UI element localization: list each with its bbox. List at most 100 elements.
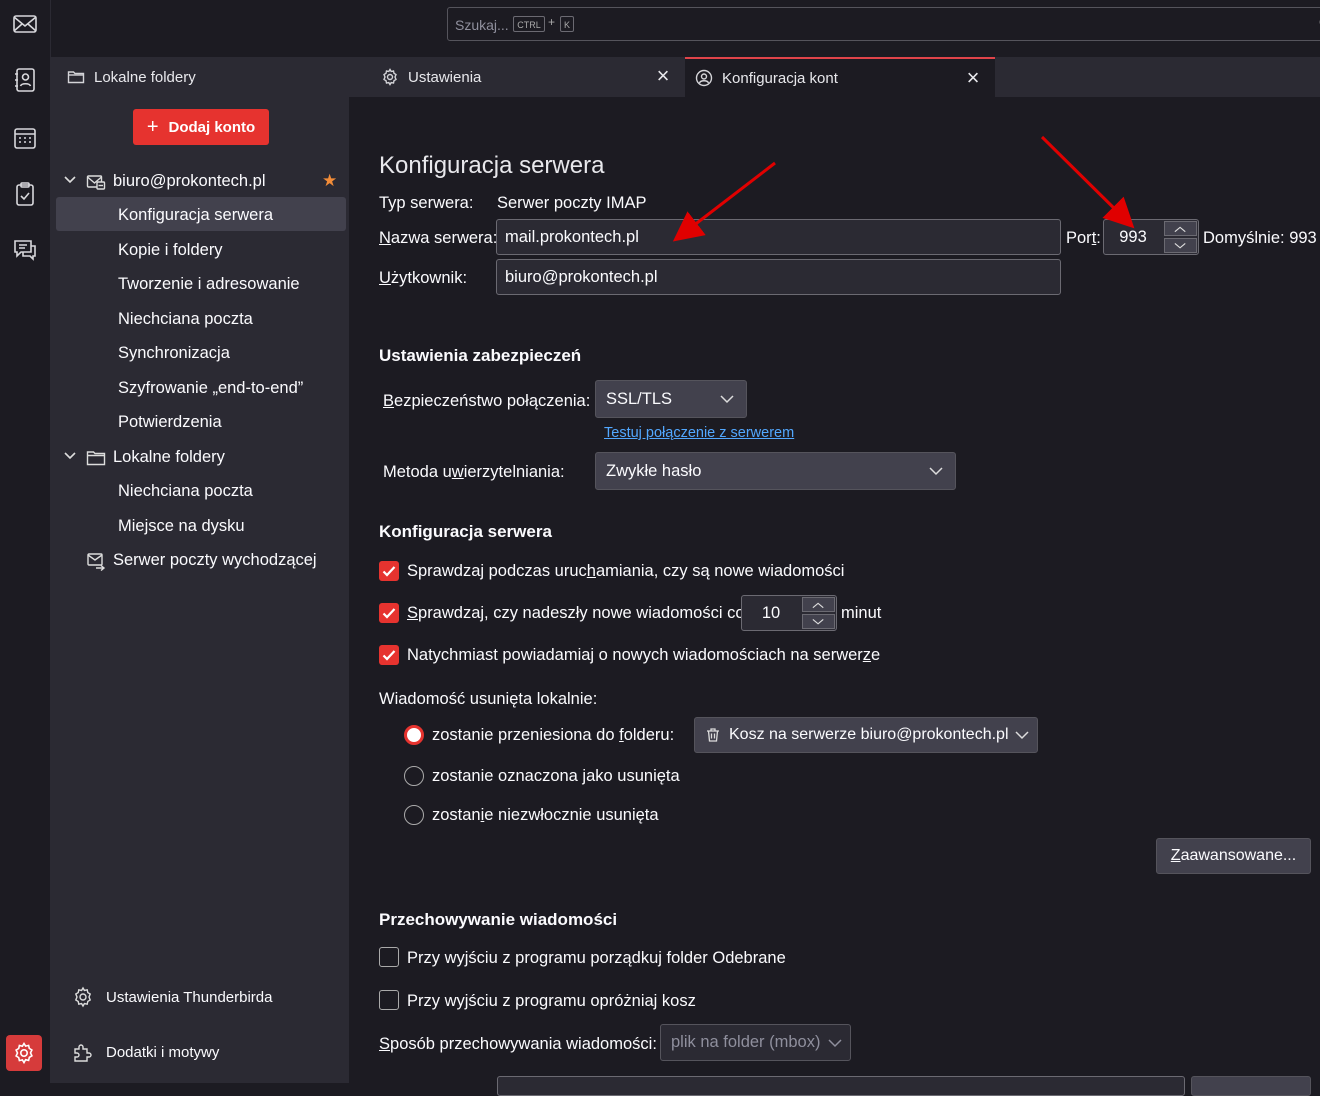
tab-label: Lokalne foldery xyxy=(94,68,196,86)
tree-outgoing-server[interactable]: Serwer poczty wychodzącej xyxy=(113,551,317,570)
radio-delete-immediately[interactable] xyxy=(404,805,424,825)
cleanup-inbox-checkbox[interactable] xyxy=(379,947,399,967)
port-stepper[interactable]: 993 xyxy=(1103,219,1199,255)
tree-item-e2e[interactable]: Szyfrowanie „end-to-end” xyxy=(118,379,303,398)
port-value: 993 xyxy=(1119,227,1147,246)
radio-move-label: zostanie przeniesiona do folderu: xyxy=(432,726,675,744)
tab-label: Ustawienia xyxy=(408,68,482,86)
close-icon[interactable]: × xyxy=(963,67,983,89)
spaces-toolbar xyxy=(0,0,51,1083)
tree-local-folders[interactable]: Lokalne foldery xyxy=(113,448,225,467)
empty-trash-checkbox[interactable] xyxy=(379,990,399,1010)
mail-account-icon xyxy=(86,175,106,190)
chevron-up-icon[interactable] xyxy=(802,597,835,612)
tree-item-receipts[interactable]: Potwierdzenia xyxy=(118,413,222,432)
check-every-label: Sprawdzaj, czy nadeszły nowe wiadomości … xyxy=(407,604,745,622)
outgoing-server-icon xyxy=(87,553,106,571)
notify-checkbox[interactable] xyxy=(379,645,399,665)
tab-settings[interactable]: Ustawienia × xyxy=(381,57,681,97)
connection-security-select[interactable]: SSL/TLS xyxy=(595,380,747,418)
chevron-down-icon xyxy=(1015,731,1029,740)
addons-themes-link[interactable]: Dodatki i motywy xyxy=(106,1044,219,1061)
username-label: Użytkownik: xyxy=(379,269,468,287)
connection-security-value: SSL/TLS xyxy=(606,389,673,408)
server-name-label: Nazwa serwera: xyxy=(379,229,498,247)
tree-item-server-settings[interactable]: Konfiguracja serwera xyxy=(118,206,273,225)
tasks-icon[interactable] xyxy=(11,180,39,208)
radio-delete-label: zostanie niezwłocznie usunięta xyxy=(432,806,659,824)
check-startup-label: Sprawdzaj podczas uruchamiania, czy są n… xyxy=(407,562,845,580)
tree-item-local-junk[interactable]: Niechciana poczta xyxy=(118,482,253,501)
cleanup-inbox-label: Przy wyjściu z programu porządkuj folder… xyxy=(407,949,786,967)
tree-item-junk[interactable]: Niechciana poczta xyxy=(118,310,253,329)
chevron-down-icon[interactable] xyxy=(1164,238,1197,253)
kbd-ctrl: CTRL xyxy=(513,16,545,32)
chevron-down-icon[interactable] xyxy=(63,173,77,187)
auth-method-value: Zwykłe hasło xyxy=(606,461,702,480)
server-type-label: Typ serwera: xyxy=(379,194,474,212)
chat-icon[interactable] xyxy=(11,236,39,264)
tree-item-sync[interactable]: Synchronizacja xyxy=(118,344,230,363)
trash-folder-select[interactable]: Kosz na serwerze biuro@prokontech.pl xyxy=(694,717,1038,753)
tree-item-copies-folders[interactable]: Kopie i foldery xyxy=(118,241,223,260)
gear-icon xyxy=(74,986,92,1008)
chevron-down-icon xyxy=(929,467,943,476)
radio-mark-label: zostanie oznaczona jako usunięta xyxy=(432,767,680,785)
settings-gear-icon[interactable] xyxy=(6,1035,42,1071)
server-name-value: mail.prokontech.pl xyxy=(505,227,639,246)
connection-security-label: Bezpieczeństwo połączenia: xyxy=(383,392,591,410)
gear-icon xyxy=(381,68,399,86)
radio-move-to-folder[interactable] xyxy=(404,725,424,745)
advanced-button[interactable]: Zaawansowane... xyxy=(1156,838,1311,874)
empty-trash-label: Przy wyjściu z programu opróżniaj kosz xyxy=(407,992,696,1010)
folder-icon xyxy=(67,68,85,86)
add-account-button[interactable]: + Dodaj konto xyxy=(133,109,269,145)
chevron-down-icon[interactable] xyxy=(802,614,835,629)
chevron-up-icon[interactable] xyxy=(1164,221,1197,236)
cut-off-button[interactable] xyxy=(1191,1076,1311,1096)
storage-type-label: Sposób przechowywania wiadomości: xyxy=(379,1035,657,1053)
server-name-input[interactable]: mail.prokontech.pl xyxy=(496,219,1061,255)
search-input[interactable]: Szukaj... CTRL + K xyxy=(447,7,1320,41)
radio-mark-deleted[interactable] xyxy=(404,766,424,786)
port-label: Port: xyxy=(1066,229,1101,247)
close-icon[interactable]: × xyxy=(653,65,673,87)
tree-item-disk-space[interactable]: Miejsce na dysku xyxy=(118,517,245,536)
minutes-label: minut xyxy=(841,604,882,622)
tree-account[interactable]: biuro@prokontech.pl xyxy=(113,172,266,191)
port-default-label: Domyślnie: 993 xyxy=(1203,229,1317,247)
kbd-k: K xyxy=(560,16,574,32)
username-input[interactable]: biuro@prokontech.pl xyxy=(496,259,1061,295)
storage-heading: Przechowywanie wiadomości xyxy=(379,910,618,929)
calendar-icon[interactable] xyxy=(11,124,39,152)
auth-method-label: Metoda uwierzytelniania: xyxy=(383,463,565,481)
server-type-value: Serwer poczty IMAP xyxy=(497,194,647,212)
storage-type-value: plik na folder (mbox) xyxy=(671,1033,821,1051)
trash-folder-value: Kosz na serwerze biuro@prokontech.pl xyxy=(729,726,1009,743)
address-book-icon[interactable] xyxy=(11,66,39,94)
tab-local-folders[interactable]: Lokalne foldery xyxy=(67,57,357,97)
thunderbird-settings-link[interactable]: Ustawienia Thunderbirda xyxy=(106,989,273,1006)
add-account-label: Dodaj konto xyxy=(168,118,256,136)
check-startup-checkbox[interactable] xyxy=(379,561,399,581)
deleted-message-label: Wiadomość usunięta lokalnie: xyxy=(379,690,598,708)
check-every-checkbox[interactable] xyxy=(379,603,399,623)
check-interval-value: 10 xyxy=(761,603,781,622)
tab-label: Konfiguracja kont xyxy=(722,69,838,87)
check-interval-stepper[interactable]: 10 xyxy=(741,595,837,631)
chevron-down-icon[interactable] xyxy=(63,449,77,463)
tree-item-composition[interactable]: Tworzenie i adresowanie xyxy=(118,275,300,294)
cut-off-input[interactable] xyxy=(497,1076,1185,1096)
storage-type-select[interactable]: plik na folder (mbox) xyxy=(660,1024,851,1061)
folder-icon xyxy=(86,451,106,466)
tab-account-settings[interactable]: Konfiguracja kont × xyxy=(685,57,995,97)
notify-label: Natychmiast powiadamiaj o nowych wiadomo… xyxy=(407,646,881,664)
test-connection-link[interactable]: Testuj połączenie z serwerem xyxy=(604,425,794,441)
trash-icon xyxy=(707,728,719,742)
mail-icon[interactable] xyxy=(11,10,39,38)
kbd-plus: + xyxy=(548,15,556,29)
auth-method-select[interactable]: Zwykłe hasło xyxy=(595,452,956,490)
server-settings-heading: Konfiguracja serwera xyxy=(379,522,552,541)
search-placeholder: Szukaj... xyxy=(455,17,509,33)
chevron-down-icon xyxy=(720,395,734,404)
